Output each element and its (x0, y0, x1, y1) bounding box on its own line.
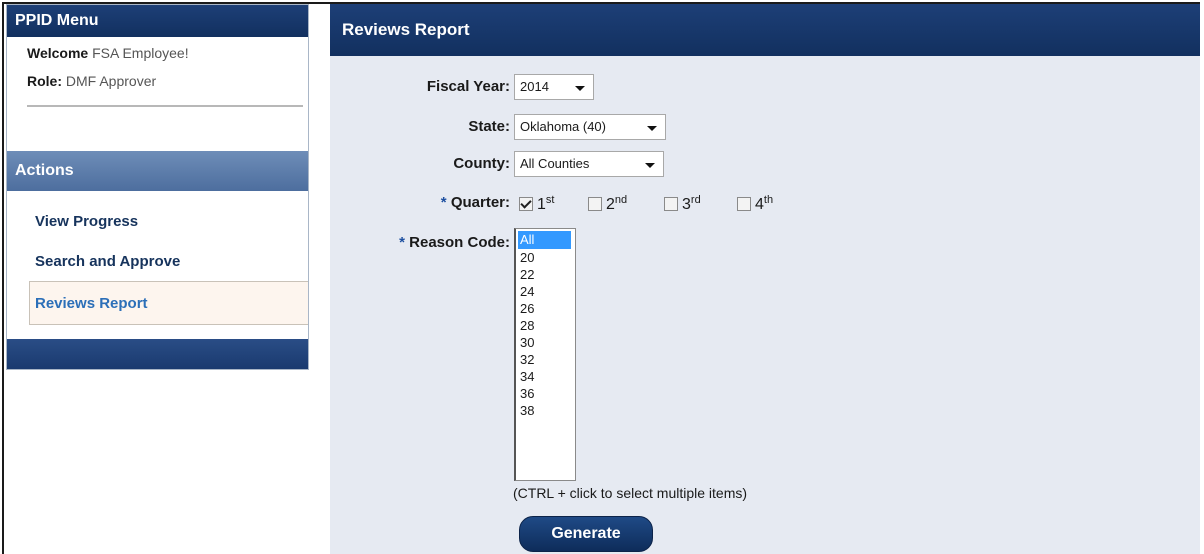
quarter-3-checkbox[interactable] (664, 197, 678, 211)
sidebar-divider (27, 105, 303, 107)
reason-code-row: * Reason Code: (330, 228, 510, 258)
quarter-label-text: Quarter: (450, 194, 510, 211)
chevron-down-icon (647, 126, 657, 131)
required-marker: * (440, 194, 447, 211)
county-row: County: (330, 149, 510, 179)
reason-code-option[interactable]: 28 (516, 317, 575, 334)
quarter-1-label: 1st (537, 194, 555, 213)
state-value: Oklahoma (40) (520, 119, 606, 134)
required-marker: * (399, 234, 405, 251)
reason-code-option[interactable]: 22 (516, 266, 575, 283)
fiscal-year-row: Fiscal Year: (330, 72, 510, 102)
reason-code-option[interactable]: 24 (516, 283, 575, 300)
page-title: Reviews Report (330, 4, 1200, 56)
quarter-1-checkbox[interactable] (519, 197, 533, 211)
sidebar-item-search-and-approve[interactable]: Search and Approve (35, 253, 180, 270)
quarter-2-option[interactable]: 2nd (588, 193, 627, 215)
reason-code-option[interactable]: 20 (516, 249, 575, 266)
actions-header: Actions (7, 151, 308, 191)
county-label: County: (453, 155, 510, 172)
quarter-label: * Quarter: (441, 194, 510, 211)
generate-button[interactable]: Generate (519, 516, 653, 552)
main-header: Reviews Report (330, 4, 1200, 56)
quarter-1-option[interactable]: 1st (519, 193, 554, 215)
reason-code-option[interactable]: 32 (516, 351, 575, 368)
chevron-down-icon (645, 163, 655, 168)
quarter-3-label: 3rd (682, 194, 701, 213)
ppid-menu-panel: PPID Menu Welcome FSA Employee! Role: DM… (6, 4, 309, 370)
chevron-down-icon (575, 86, 585, 91)
quarter-2-checkbox[interactable] (588, 197, 602, 211)
reason-code-option[interactable]: All (518, 231, 571, 249)
welcome-text: Welcome FSA Employee! (27, 45, 189, 61)
reason-code-option[interactable]: 30 (516, 334, 575, 351)
welcome-label: Welcome (27, 45, 89, 61)
reason-code-option[interactable]: 34 (516, 368, 575, 385)
reason-code-option[interactable]: 36 (516, 385, 575, 402)
reason-code-listbox[interactable]: All 20 22 24 26 28 30 32 34 36 38 (514, 228, 576, 481)
quarter-2-label: 2nd (606, 194, 628, 213)
fiscal-year-select[interactable]: 2014 (514, 74, 594, 100)
reason-code-label: * Reason Code: (399, 234, 510, 251)
fiscal-year-label: Fiscal Year: (426, 78, 510, 95)
sidebar-item-reviews-report[interactable]: Reviews Report (29, 281, 308, 325)
county-value: All Counties (520, 156, 590, 171)
sidebar-item-label: Reviews Report (35, 295, 148, 312)
quarter-4-label: 4th (755, 194, 774, 213)
welcome-name: FSA Employee! (92, 45, 189, 61)
fiscal-year-value: 2014 (520, 79, 549, 94)
state-label: State: (468, 118, 510, 135)
role-text: Role: DMF Approver (27, 73, 156, 89)
reason-code-label-text: Reason Code: (409, 234, 510, 251)
quarter-3-option[interactable]: 3rd (664, 193, 701, 215)
menu-title: PPID Menu (7, 5, 308, 37)
role-label: Role: (27, 73, 62, 89)
reason-code-option[interactable]: 38 (516, 402, 575, 419)
sidebar-item-view-progress[interactable]: View Progress (35, 213, 138, 230)
county-select[interactable]: All Counties (514, 151, 664, 177)
quarter-4-checkbox[interactable] (737, 197, 751, 211)
multi-select-hint: (CTRL + click to select multiple items) (513, 485, 748, 501)
reason-code-option[interactable]: 26 (516, 300, 575, 317)
state-row: State: (330, 112, 510, 142)
role-value: DMF Approver (65, 73, 157, 89)
sidebar-footer-bar (7, 339, 308, 369)
state-select[interactable]: Oklahoma (40) (514, 114, 666, 140)
quarter-row: * Quarter: (330, 188, 510, 218)
quarter-4-option[interactable]: 4th (737, 193, 773, 215)
